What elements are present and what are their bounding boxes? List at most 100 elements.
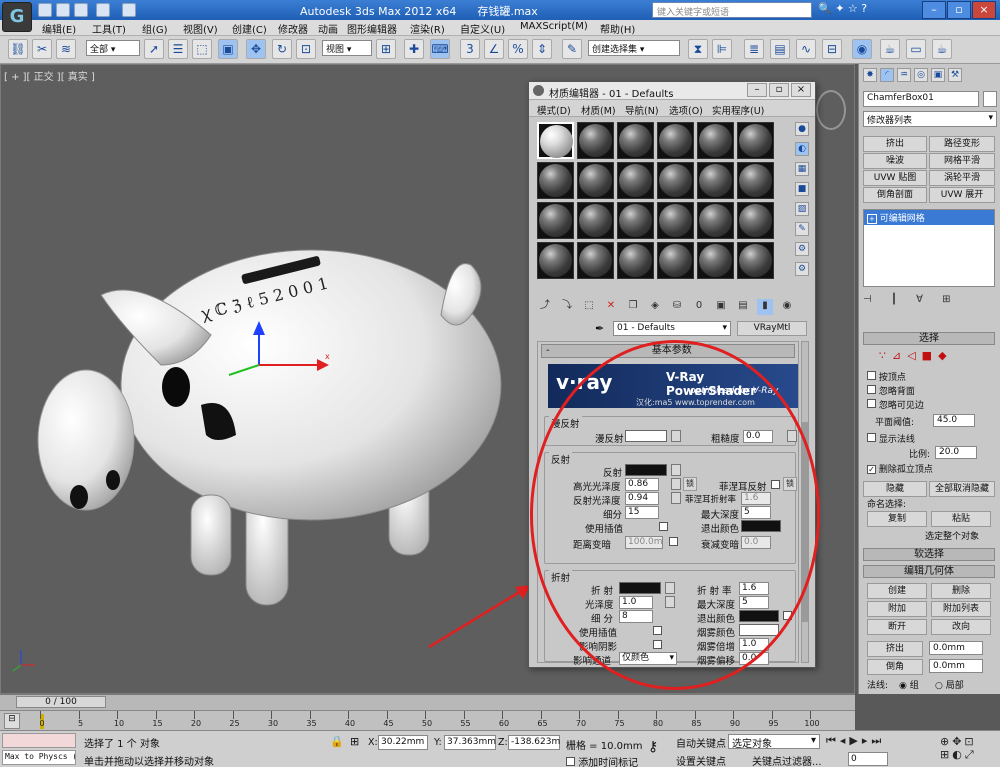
options-icon[interactable]: ⚙ [795,242,809,256]
playback-controls[interactable]: ⏮◂▶▸⏭ [826,734,926,750]
stack-tools[interactable]: ⊣ ┃ ∀ ⊞ [863,294,995,308]
make-preview-icon[interactable]: ✎ [795,222,809,236]
menu-modifiers[interactable]: 修改器 [278,21,308,36]
attach-list-button[interactable]: 附加列表 [931,601,991,617]
key-mode-icon[interactable]: ⚷ [648,739,658,755]
menu-graph-editors[interactable]: 图形编辑器 [347,21,397,36]
fog-bias-input[interactable]: 0.0 [739,652,769,665]
menu-views[interactable]: 视图(V) [183,21,218,36]
selection-rollout[interactable]: 选择 [863,332,995,345]
sample-slot[interactable] [617,122,654,159]
time-slider[interactable]: 0 / 100 [0,694,855,710]
sample-slot[interactable] [657,162,694,199]
sample-slot[interactable] [577,162,614,199]
sample-slot[interactable] [617,202,654,239]
me-menu-mode[interactable]: 模式(D) [537,103,571,117]
refr-exit-color-swatch[interactable] [739,610,779,622]
select-by-name-icon[interactable]: ☰ [168,39,188,59]
window-crossing-icon[interactable]: ▣ [218,39,238,59]
refr-gloss-input[interactable]: 1.0 [619,596,653,609]
reflect-map-button[interactable] [671,464,681,476]
menu-maxscript[interactable]: MAXScript(M) [520,21,588,32]
copy-button[interactable]: 复制 [867,511,927,527]
fresnel-lock-button[interactable]: 锁 [783,477,797,491]
affect-shadows-checkbox[interactable] [653,640,662,649]
sample-slot[interactable] [537,242,574,279]
put-to-library-icon[interactable]: ⛁ [669,299,685,315]
curve-editor-icon[interactable]: ∿ [796,39,816,59]
sample-slot[interactable] [617,242,654,279]
affect-channels-dropdown[interactable]: 仅颜色 ▾ [619,652,677,665]
select-by-material-icon[interactable]: ⚙ [795,262,809,276]
attach-button[interactable]: 附加 [867,601,927,617]
get-material-icon[interactable]: ⤴ [537,299,553,315]
fog-mult-input[interactable]: 1.0 [739,638,769,651]
close-button[interactable]: × [972,1,996,19]
me-menu-navigation[interactable]: 导航(N) [625,103,659,117]
refr-gloss-map-button[interactable] [665,596,675,608]
sample-slot[interactable] [657,122,694,159]
menu-edit[interactable]: 编辑(E) [42,21,76,36]
sample-slot[interactable] [737,122,774,159]
me-close-button[interactable]: × [791,83,811,97]
by-vertex-checkbox[interactable]: 按顶点 [867,370,906,383]
angle-snap-icon[interactable]: ∠ [484,39,504,59]
align-icon[interactable]: ⊫ [712,39,732,59]
refr-exit-color-checkbox[interactable] [783,611,792,620]
create-tab-icon[interactable]: ✸ [863,68,877,82]
percent-snap-icon[interactable]: % [508,39,528,59]
noise-button[interactable]: 噪波 [863,153,927,169]
menu-create[interactable]: 创建(C) [232,21,267,36]
keyboard-shortcut-icon[interactable]: ⌨ [430,39,450,59]
y-coord-input[interactable]: 37.363mm [444,735,496,750]
edit-named-sel-icon[interactable]: ✎ [562,39,582,59]
layer-manager-icon[interactable]: ≣ [744,39,764,59]
refl-max-depth-input[interactable]: 5 [741,506,771,519]
background-icon[interactable]: ▦ [795,162,809,176]
mirror-icon[interactable]: ⧗ [688,39,708,59]
parameters-scrollbar[interactable] [801,341,809,663]
menu-help[interactable]: 帮助(H) [600,21,635,36]
hide-button[interactable]: 隐藏 [863,481,927,497]
delete-button[interactable]: 删除 [931,583,991,599]
path-deform-button[interactable]: 路径变形 [929,136,995,152]
hilight-lock-button[interactable]: 锁 [683,477,697,491]
sample-slot[interactable] [577,202,614,239]
stack-item-editable-mesh[interactable]: + 可编辑网格 [864,210,994,225]
lock-selection-icon[interactable]: 🔒 [330,735,344,748]
object-color-swatch[interactable] [983,91,997,107]
me-menu-material[interactable]: 材质(M) [581,103,616,117]
key-filters-button[interactable]: 关键点过滤器... [752,753,822,767]
select-object-icon[interactable]: ➚ [144,39,164,59]
make-unique-icon[interactable]: ◈ [647,299,663,315]
display-tab-icon[interactable]: ▣ [931,68,945,82]
unwrap-uvw-button[interactable]: UVW 展开 [929,187,995,203]
soft-selection-rollout[interactable]: 软选择 [863,548,995,561]
motion-tab-icon[interactable]: ◎ [914,68,928,82]
schematic-view-icon[interactable]: ⊟ [822,39,842,59]
sub-object-icons[interactable]: ∵⊿◁■◆ [879,349,979,363]
unhide-all-button[interactable]: 全部取消隐藏 [929,481,995,497]
reference-coord-dropdown[interactable]: 视图 ▾ [322,40,372,56]
local-radio[interactable]: ○ 局部 [935,678,964,691]
sample-type-icon[interactable]: ● [795,122,809,136]
paste-button[interactable]: 粘贴 [931,511,991,527]
scale-input[interactable]: 20.0 [935,446,977,459]
hierarchy-tab-icon[interactable]: ♒ [897,68,911,82]
copy-material-icon[interactable]: ❐ [625,299,641,315]
refl-use-interp-checkbox[interactable] [659,522,668,531]
sample-slot[interactable] [737,202,774,239]
undo-icon[interactable] [96,3,110,17]
refl-subdivs-input[interactable]: 15 [625,506,659,519]
maxscript-listener-bottom[interactable]: Max to Physcs ( [2,750,76,765]
diffuse-color-swatch[interactable] [625,430,667,442]
modifier-list-dropdown[interactable]: 修改器列表 ▾ [863,111,997,127]
sample-slot[interactable] [577,122,614,159]
me-menu-utilities[interactable]: 实用程序(U) [712,103,764,117]
refr-subdivs-input[interactable]: 8 [619,610,653,623]
material-type-button[interactable]: VRayMtl [737,321,807,336]
material-name-field[interactable]: 01 - Defaults ▾ [613,321,731,336]
sample-slot-active[interactable] [537,122,574,159]
help-icons[interactable]: 🔍 ✦ ☆ ? [818,2,918,18]
assign-to-selection-icon[interactable]: ⬚ [581,299,597,315]
